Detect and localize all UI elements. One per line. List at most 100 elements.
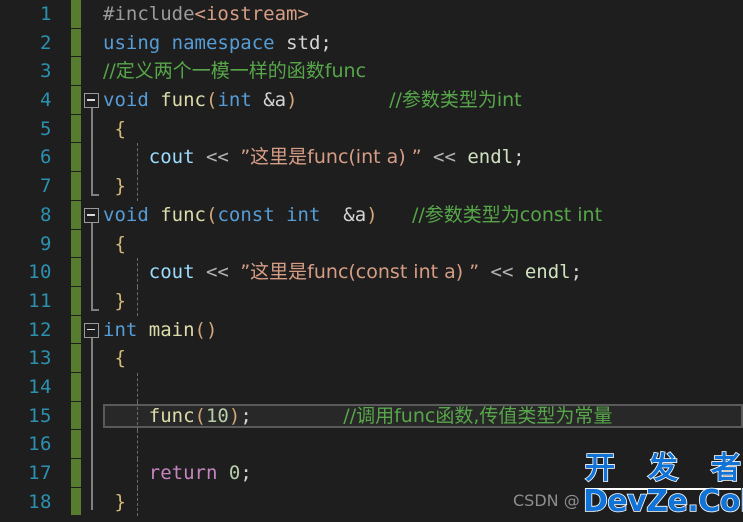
code-folding-column[interactable]: [82, 0, 102, 522]
code-line[interactable]: //定义两个一模一样的函数func: [0, 57, 743, 86]
code-token-operator: <<: [205, 261, 229, 284]
code-line[interactable]: int main(): [0, 316, 743, 345]
indent-guide: [137, 286, 139, 316]
change-indicator-segment: [71, 143, 81, 173]
code-line[interactable]: void func(const int &a) //参数类型为const int: [0, 201, 743, 230]
code-token-keyword: void: [103, 203, 149, 226]
change-indicator-segment: [71, 430, 81, 459]
code-token-paren: ): [286, 89, 298, 112]
fold-toggle-icon[interactable]: [84, 207, 99, 223]
code-token-keyword: using: [103, 31, 161, 54]
code-token-plain: std: [286, 31, 321, 54]
code-line-content: return 0;: [103, 462, 252, 484]
code-line[interactable]: using namespace std;: [0, 29, 743, 58]
code-line[interactable]: [0, 372, 743, 402]
code-token-function: main: [148, 318, 195, 341]
change-indicator-segment: [71, 286, 81, 316]
code-token-punct: ;: [570, 261, 583, 284]
code-line-content: {: [103, 118, 125, 140]
change-indicator-segment: [71, 28, 81, 58]
code-token-paren: (): [194, 318, 218, 341]
code-line-content: }: [103, 490, 126, 513]
code-token-brace: }: [103, 289, 126, 312]
fold-toggle-icon[interactable]: [84, 322, 99, 338]
code-token-comment: //调用func函数,传值类型为常量: [343, 404, 613, 427]
code-token-punct: ;: [240, 462, 252, 484]
code-token-punct: ;: [240, 404, 252, 427]
code-line[interactable]: {: [0, 344, 743, 373]
code-token-keyword: void: [103, 89, 149, 112]
line-number: 17: [28, 462, 52, 484]
line-number: 15: [28, 404, 52, 427]
code-token-paren: ): [366, 203, 378, 226]
code-token-function: func: [148, 404, 195, 427]
code-line[interactable]: {: [0, 115, 743, 144]
code-line[interactable]: }: [0, 286, 743, 316]
code-line[interactable]: func(10); //调用func函数,传值类型为常量: [0, 401, 743, 431]
code-token-number: 10: [205, 404, 229, 427]
code-text-area[interactable]: #include<iostream> using namespace std; //…: [0, 0, 743, 522]
code-line-content: {: [103, 347, 125, 369]
line-number: 14: [28, 375, 52, 398]
change-indicator-segment: [71, 315, 81, 345]
line-number: 4: [40, 89, 52, 112]
code-token-paren: ): [228, 404, 241, 427]
fold-region-line: [91, 108, 93, 195]
line-number: 5: [40, 117, 52, 140]
code-line[interactable]: }: [0, 172, 743, 201]
code-editor[interactable]: 1 2 3 4 5 6 7 8 9 10 11 12 13 14 15 16 17 18 #include<ios…: [0, 0, 743, 522]
code-line[interactable]: #include<iostream>: [0, 0, 743, 29]
code-token-keyword: namespace: [171, 31, 275, 54]
line-number: 3: [40, 60, 52, 83]
devze-logo-char: 者: [710, 451, 742, 487]
code-token-function: func: [160, 89, 206, 112]
change-indicator-segment: [71, 258, 81, 287]
code-token-comment: //参数类型为const int: [411, 203, 603, 226]
line-number: 18: [28, 490, 52, 513]
code-line-content: using namespace std;: [103, 32, 332, 54]
code-line[interactable]: cout << ”这里是func(int a) ” << endl;: [0, 143, 743, 173]
code-token-operator: <<: [490, 261, 514, 284]
line-number: 6: [40, 146, 52, 169]
change-indicator-bar: [71, 0, 81, 522]
code-token-preprocessor: #include: [103, 3, 195, 25]
code-token-brace: }: [103, 175, 126, 198]
code-line[interactable]: cout << ”这里是func(const int a) ” << endl;: [0, 258, 743, 287]
change-indicator-segment: [71, 86, 81, 115]
code-token-comment: //参数类型为int: [389, 89, 522, 112]
line-number: 2: [40, 31, 52, 54]
line-number: 1: [40, 3, 52, 25]
change-indicator-segment: [71, 57, 81, 87]
line-number: 12: [28, 318, 52, 341]
code-token-string: ”这里是func(const int a) ”: [240, 261, 480, 284]
indent-guide: [137, 430, 139, 459]
code-token-brace: }: [103, 490, 126, 513]
code-token-punct: ;: [513, 146, 525, 169]
change-indicator-segment: [71, 487, 81, 517]
code-line[interactable]: {: [0, 230, 743, 259]
code-token-paren: (: [194, 404, 206, 427]
line-number: 16: [28, 433, 52, 456]
code-token-return-keyword: return: [148, 462, 218, 484]
line-number: 9: [40, 232, 52, 255]
change-indicator-segment: [71, 372, 81, 402]
devze-logo-char: 发: [647, 451, 679, 487]
code-token-brace: {: [103, 232, 126, 255]
code-token-number: 0: [228, 462, 241, 484]
code-token-object: cout: [148, 261, 195, 284]
code-line[interactable]: void func(int &a) //参数类型为int: [0, 86, 743, 115]
fold-region-line: [91, 337, 93, 510]
fold-toggle-icon[interactable]: [84, 93, 99, 109]
code-line-content: }: [103, 289, 126, 312]
